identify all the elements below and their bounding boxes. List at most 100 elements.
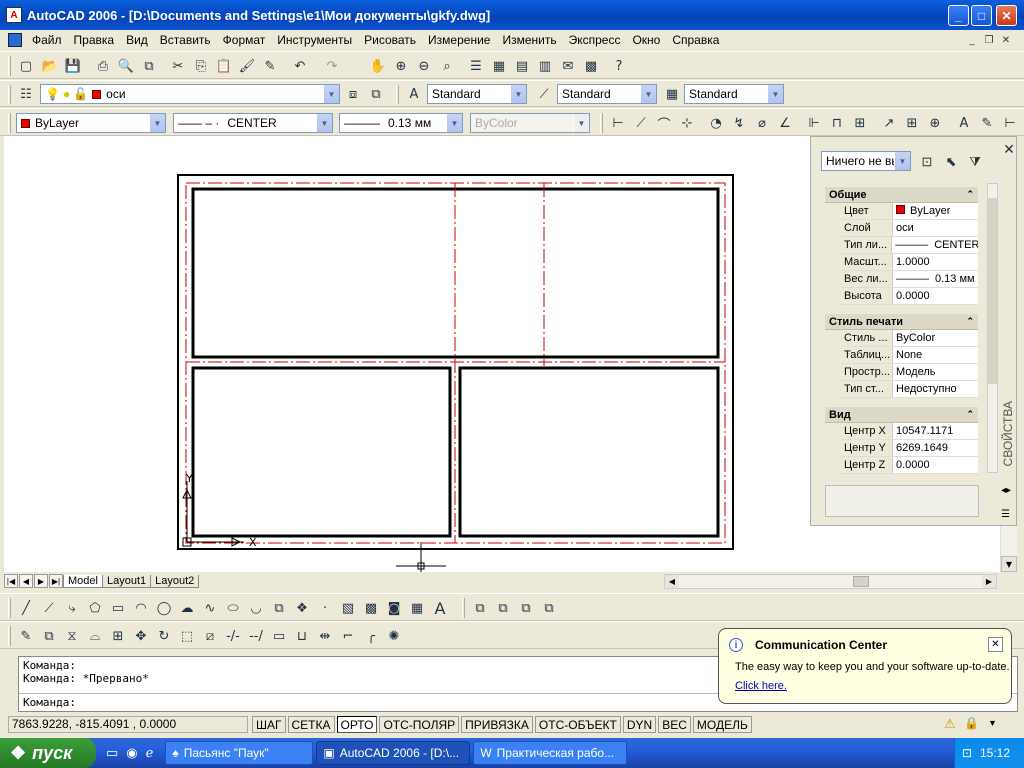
arc-length-icon[interactable]: ⌒: [654, 113, 674, 133]
toolbar-grip[interactable]: [8, 113, 11, 133]
draworder-back-icon[interactable]: ⧉: [493, 598, 513, 618]
osnap-toggle[interactable]: ПРИВЯЗКА: [461, 715, 533, 733]
chevron-down-icon[interactable]: ▼: [316, 114, 332, 132]
zoom-window-icon[interactable]: ⊖: [414, 56, 434, 76]
array-icon[interactable]: ⊞: [108, 626, 128, 646]
scroll-thumb[interactable]: [853, 576, 869, 587]
ordinate-dim-icon[interactable]: ⊹: [677, 113, 697, 133]
toolbar-grip[interactable]: [8, 56, 11, 76]
hatch-icon[interactable]: ▧: [338, 598, 358, 618]
ortho-toggle[interactable]: ОРТО: [336, 715, 378, 733]
center-mark-icon[interactable]: ⊕: [925, 113, 945, 133]
circle-icon[interactable]: ◯: [154, 598, 174, 618]
scroll-left-icon[interactable]: ◀: [665, 575, 679, 588]
menu-tools[interactable]: Инструменты: [271, 33, 358, 47]
break-at-point-icon[interactable]: ▭: [269, 626, 289, 646]
polar-toggle[interactable]: ОТС-ПОЛЯР: [379, 715, 460, 733]
close-icon[interactable]: ✕: [988, 637, 1003, 652]
doc-close-button[interactable]: ✕: [998, 33, 1014, 47]
property-row[interactable]: Цвет ByLayer: [841, 203, 978, 220]
pan-icon[interactable]: ✋: [368, 56, 388, 76]
save-icon[interactable]: 💾: [63, 56, 83, 76]
print-preview-icon[interactable]: 🔍: [116, 56, 136, 76]
rotate-icon[interactable]: ↻: [154, 626, 174, 646]
gradient-icon[interactable]: ▩: [361, 598, 381, 618]
ellipse-arc-icon[interactable]: ◡: [246, 598, 266, 618]
property-row[interactable]: Таблиц... None: [841, 347, 978, 364]
undo-icon[interactable]: ↶: [290, 56, 310, 76]
model-toggle[interactable]: МОДЕЛЬ: [692, 715, 752, 733]
balloon-link[interactable]: Click here.: [735, 680, 787, 692]
doc-minimize-button[interactable]: _: [964, 33, 980, 47]
extend-icon[interactable]: --/: [246, 626, 266, 646]
selection-select[interactable]: Ничего не вы ▼: [821, 151, 911, 171]
property-row[interactable]: Центр X 10547.1171: [841, 423, 978, 440]
publish-icon[interactable]: ⧉: [139, 56, 159, 76]
prev-tab-icon[interactable]: ◀: [19, 574, 33, 588]
fillet-icon[interactable]: ╭: [361, 626, 381, 646]
markup-icon[interactable]: ✉: [558, 56, 578, 76]
last-tab-icon[interactable]: ▶|: [49, 574, 63, 588]
chamfer-icon[interactable]: ⌐: [338, 626, 358, 646]
network-icon[interactable]: ⊡: [962, 746, 972, 760]
point-icon[interactable]: ·: [315, 598, 335, 618]
table-style-icon[interactable]: ▦: [662, 84, 682, 104]
dim-update-icon[interactable]: ⊢: [1000, 113, 1020, 133]
sheet-set-icon[interactable]: ▥: [535, 56, 555, 76]
menu-modify[interactable]: Изменить: [496, 33, 562, 47]
toolbar-grip[interactable]: [8, 85, 11, 104]
draworder-under-icon[interactable]: ⧉: [539, 598, 559, 618]
region-icon[interactable]: ◙: [384, 598, 404, 618]
task-word[interactable]: W Практическая рабо...: [473, 741, 628, 765]
palette-scrollbar[interactable]: [987, 183, 998, 473]
chevron-down-icon[interactable]: ▼: [323, 85, 339, 103]
calculator-icon[interactable]: ▩: [581, 56, 601, 76]
lineweight-select[interactable]: ——— 0.13 мм ▼: [339, 113, 463, 133]
polygon-icon[interactable]: ⬠: [85, 598, 105, 618]
property-row[interactable]: Тип ст... Недоступно: [841, 381, 978, 398]
draworder-above-icon[interactable]: ⧉: [516, 598, 536, 618]
dyn-toggle[interactable]: DYN: [622, 715, 657, 733]
radius-dim-icon[interactable]: ◔: [706, 113, 726, 133]
cut-icon[interactable]: ✂: [168, 56, 188, 76]
scroll-right-icon[interactable]: ▶: [982, 575, 996, 588]
move-icon[interactable]: ✥: [131, 626, 151, 646]
ellipse-icon[interactable]: ⬭: [223, 598, 243, 618]
property-row[interactable]: Слой оси: [841, 220, 978, 237]
make-block-icon[interactable]: ❖: [292, 598, 312, 618]
aligned-dim-icon[interactable]: ⟋: [631, 113, 651, 133]
autohide-icon[interactable]: ◂▸: [1001, 485, 1011, 496]
property-row[interactable]: Центр Z 0.0000: [841, 457, 978, 474]
menu-file[interactable]: Файл: [26, 33, 68, 47]
clock[interactable]: 15:12: [980, 746, 1010, 760]
insert-block-icon[interactable]: ⧉: [269, 598, 289, 618]
autocad-icon[interactable]: A: [6, 7, 22, 23]
print-icon[interactable]: ⎙: [93, 56, 113, 76]
spline-icon[interactable]: ∿: [200, 598, 220, 618]
quick-select-icon[interactable]: ⧩: [965, 152, 985, 172]
property-row[interactable]: Стиль ... ByColor: [841, 330, 978, 347]
rectangle-icon[interactable]: ▭: [108, 598, 128, 618]
diameter-dim-icon[interactable]: ⌀: [752, 113, 772, 133]
snap-toggle[interactable]: ШАГ: [252, 715, 286, 733]
task-solitaire[interactable]: ♠ Пасьянс "Паук": [165, 741, 314, 765]
first-tab-icon[interactable]: |◀: [4, 574, 18, 588]
stretch-icon[interactable]: ⧄: [200, 626, 220, 646]
revision-cloud-icon[interactable]: ☁: [177, 598, 197, 618]
palette-menu-icon[interactable]: ☰: [1001, 509, 1010, 520]
start-button[interactable]: ❖ пуск: [0, 738, 96, 768]
title-bar[interactable]: A AutoCAD 2006 - [D:\Documents and Setti…: [0, 0, 1024, 30]
menu-dimension[interactable]: Измерение: [422, 33, 496, 47]
property-row[interactable]: Тип ли... ——— CENTER: [841, 237, 978, 254]
tool-palettes-icon[interactable]: ▤: [512, 56, 532, 76]
help-icon[interactable]: ?: [609, 56, 629, 76]
communication-center-icon[interactable]: ⚠: [944, 716, 956, 732]
design-center-icon[interactable]: ▦: [489, 56, 509, 76]
menu-view[interactable]: Вид: [120, 33, 154, 47]
doc-restore-button[interactable]: ❐: [981, 33, 997, 47]
close-icon[interactable]: ✕: [999, 139, 1019, 159]
linear-dim-icon[interactable]: ⊢: [608, 113, 628, 133]
block-editor-icon[interactable]: ✎: [260, 56, 280, 76]
menu-format[interactable]: Формат: [217, 33, 272, 47]
chevron-down-icon[interactable]: ▼: [767, 85, 783, 103]
